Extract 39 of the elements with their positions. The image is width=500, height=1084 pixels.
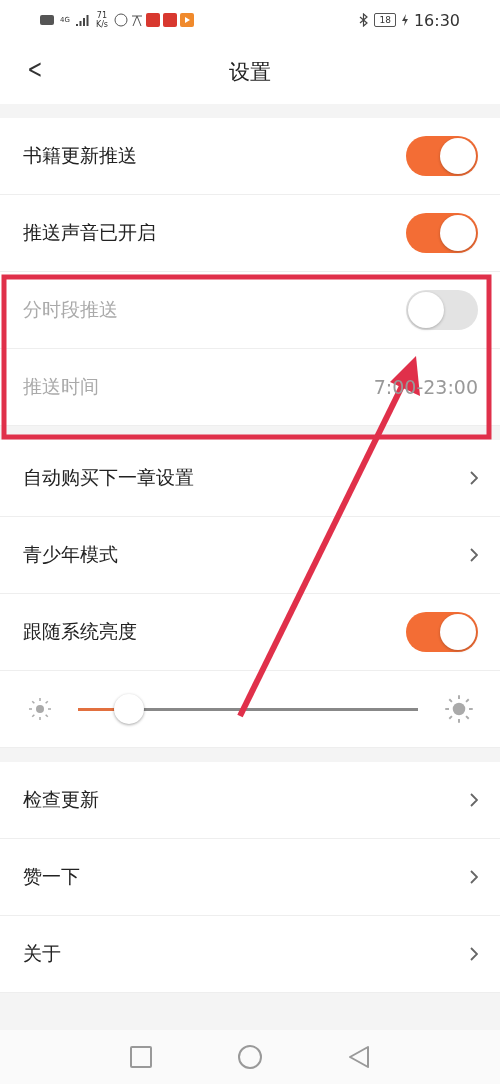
chevron-right-icon xyxy=(470,947,478,961)
network-speed: 71 K/s xyxy=(95,11,108,29)
toggle-switch[interactable] xyxy=(406,213,478,253)
battery-level: 18 xyxy=(374,13,396,27)
brightness-icon xyxy=(28,697,52,721)
setting-label: 赞一下 xyxy=(23,864,80,889)
setting-label: 青少年模式 xyxy=(23,542,118,567)
hd-icon xyxy=(40,15,54,25)
settings-row[interactable]: 自动购买下一章设置 xyxy=(0,440,500,517)
page-title: 设置 xyxy=(229,59,271,86)
slider-thumb[interactable] xyxy=(114,694,144,724)
setting-label: 跟随系统亮度 xyxy=(23,619,137,644)
toggle-switch[interactable] xyxy=(406,136,478,176)
slider-track[interactable] xyxy=(78,707,418,711)
setting-label: 分时段推送 xyxy=(23,297,118,322)
home-icon[interactable] xyxy=(238,1045,262,1069)
settings-row[interactable]: 赞一下 xyxy=(0,839,500,916)
setting-label: 检查更新 xyxy=(23,787,99,812)
setting-label: 书籍更新推送 xyxy=(23,143,137,168)
signal-icon xyxy=(75,14,90,26)
back-button[interactable]: < xyxy=(23,54,47,84)
setting-label: 自动购买下一章设置 xyxy=(23,465,194,490)
toggle-switch[interactable] xyxy=(406,612,478,652)
status-time: 16:30 xyxy=(413,10,460,30)
recent-apps-icon[interactable] xyxy=(130,1046,152,1068)
settings-row[interactable]: 青少年模式 xyxy=(0,517,500,594)
chevron-right-icon xyxy=(470,471,478,485)
setting-label: 关于 xyxy=(23,941,61,966)
chevron-right-icon xyxy=(470,870,478,884)
chevron-right-icon xyxy=(470,793,478,807)
charging-icon xyxy=(401,14,408,26)
bluetooth-icon xyxy=(359,13,369,27)
brightness-icon xyxy=(444,694,474,724)
settings-row[interactable]: 关于 xyxy=(0,916,500,993)
setting-label: 推送时间 xyxy=(23,374,99,399)
chevron-right-icon xyxy=(470,548,478,562)
setting-label: 推送声音已开启 xyxy=(23,220,156,245)
settings-row[interactable]: 检查更新 xyxy=(0,762,500,839)
back-nav-icon[interactable] xyxy=(348,1045,370,1069)
